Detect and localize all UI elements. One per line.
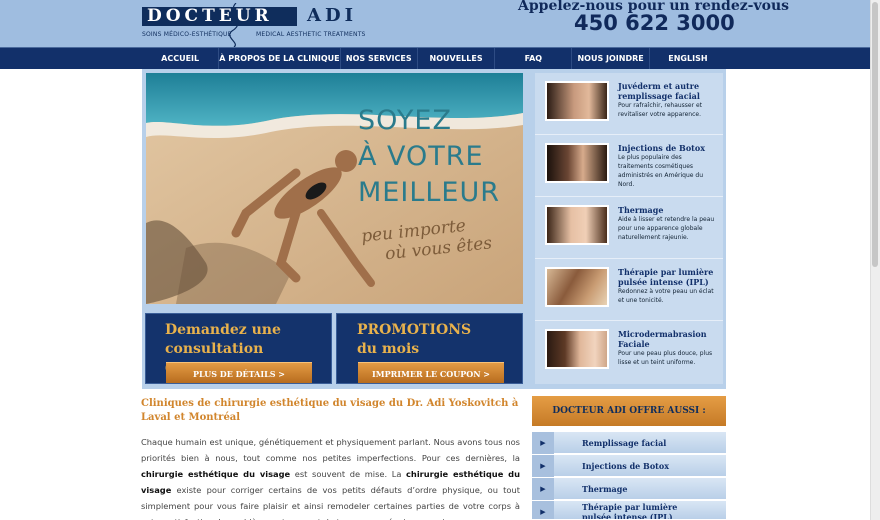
botox-thumbnail [545, 143, 609, 183]
nav-item-faq[interactable]: FAQ [495, 48, 573, 69]
nav-item-nouvelles[interactable]: NOUVELLES [418, 48, 496, 69]
scrollbar-thumb[interactable] [872, 2, 878, 267]
promo-line-1: PROMOTIONS [357, 322, 472, 338]
sidebar-item-juvederm[interactable]: Juvéderm et autre remplissage facial Pou… [535, 73, 723, 135]
sidebar-item-desc: Pour une peau plus douce, plus lisse et … [618, 350, 713, 366]
services-sidebar: Juvéderm et autre remplissage facial Pou… [535, 73, 723, 384]
paragraph-text-2: est souvent de mise. La [290, 469, 406, 479]
consultation-promo[interactable]: Demandez une consultation GRATUITE! PLUS… [145, 313, 332, 384]
consultation-line-1: Demandez une [165, 322, 281, 338]
main-nav: ACCUEIL À PROPOS DE LA CLINIQUE NOS SERV… [0, 47, 880, 69]
offer-item-label: Thérapie par lumière pulsée intense (IPL… [582, 502, 678, 520]
hero-line-2: À VOTRE [358, 141, 484, 172]
arrow-right-icon: ▶ [532, 478, 554, 500]
sidebar-item-desc: Pour rafraîchir, rehausser et revitalise… [618, 102, 703, 118]
logo-subtitle-fr: SOINS MÉDICO-ESTHÉTIQUE [142, 31, 232, 38]
header: DOCTEUR ADI SOINS MÉDICO-ESTHÉTIQUE MEDI… [0, 0, 880, 47]
sidebar-item-desc: Le plus populaire des traitements cosmét… [618, 154, 704, 188]
hero-line-3: MEILLEUR [358, 177, 500, 208]
nav-item-accueil[interactable]: ACCUEIL [142, 48, 220, 69]
sidebar-item-title: Injections de Botox [618, 143, 705, 153]
print-coupon-button[interactable]: IMPRIMER LE COUPON > [358, 362, 504, 383]
sidebar-item-title: Thérapie par lumière pulsée intense (IPL… [618, 267, 714, 287]
sidebar-item-thermage[interactable]: Thermage Aide à lisser et retendre la pe… [535, 197, 723, 259]
paragraph-text-1: Chaque humain est unique, génétiquement … [141, 437, 520, 463]
paragraph-bold-1: chirurgie esthétique du visage [141, 469, 291, 479]
promo-line-2: du mois [357, 341, 420, 357]
page-heading: Cliniques de chirurgie esthétique du vis… [141, 398, 519, 423]
logo[interactable]: DOCTEUR [142, 7, 297, 26]
sidebar-item-ipl[interactable]: Thérapie par lumière pulsée intense (IPL… [535, 259, 723, 321]
sidebar-item-title: Thermage [618, 205, 664, 215]
hero-headline: SOYEZ À VOTRE MEILLEUR [358, 103, 500, 211]
arrow-right-icon: ▶ [532, 455, 554, 477]
logo-name[interactable]: ADI [307, 5, 357, 26]
intro-paragraph: Chaque humain est unique, génétiquement … [141, 434, 520, 520]
sidebar-item-microdermabrasion[interactable]: Microdermabrasion Faciale Pour une peau … [535, 321, 723, 383]
sidebar-item-botox[interactable]: Injections de Botox Le plus populaire de… [535, 135, 723, 197]
offer-heading: DOCTEUR ADI OFFRE AUSSI : [532, 396, 726, 426]
sidebar-item-title: Microdermabrasion Faciale [618, 329, 707, 349]
arrow-right-icon: ▶ [532, 501, 554, 519]
offer-item-label: Thermage [582, 484, 628, 494]
offer-item-ipl[interactable]: ▶ Thérapie par lumière pulsée intense (I… [532, 501, 726, 520]
offer-item-thermage[interactable]: ▶ Thermage [532, 478, 726, 500]
logo-subtitle-en: MEDICAL AESTHETIC TREATMENTS [256, 31, 366, 38]
details-button[interactable]: PLUS DE DÉTAILS > [166, 362, 312, 383]
offer-item-botox[interactable]: ▶ Injections de Botox [532, 455, 726, 477]
offer-item-label: Remplissage facial [582, 438, 667, 448]
logo-text: DOCTEUR [147, 6, 273, 26]
sidebar-item-desc: Aide à lisser et retendre la peau pour u… [618, 216, 715, 241]
nav-item-a-propos[interactable]: À PROPOS DE LA CLINIQUE [219, 48, 341, 69]
ipl-thumbnail [545, 267, 609, 307]
paragraph-text-3: existe pour corriger certains de vos pet… [141, 485, 520, 520]
nav-item-nous-joindre[interactable]: NOUS JOINDRE [572, 48, 650, 69]
microdermabrasion-thumbnail [545, 329, 609, 369]
offer-item-label: Injections de Botox [582, 461, 669, 471]
nav-item-english[interactable]: ENGLISH [650, 48, 726, 69]
offer-item-remplissage[interactable]: ▶ Remplissage facial [532, 432, 726, 454]
arrow-right-icon: ▶ [532, 432, 554, 454]
phone-number: 450 622 3000 [574, 11, 735, 35]
sidebar-item-title: Juvéderm et autre remplissage facial [618, 81, 700, 101]
hero-line-1: SOYEZ [358, 105, 452, 136]
monthly-promo[interactable]: PROMOTIONS du mois IMPRIMER LE COUPON > [336, 313, 523, 384]
thermage-thumbnail [545, 205, 609, 245]
sidebar-item-desc: Redonnez à votre peau un éclat et une to… [618, 288, 714, 304]
nav-item-services[interactable]: NOS SERVICES [341, 48, 418, 69]
juvederm-thumbnail [545, 81, 609, 121]
